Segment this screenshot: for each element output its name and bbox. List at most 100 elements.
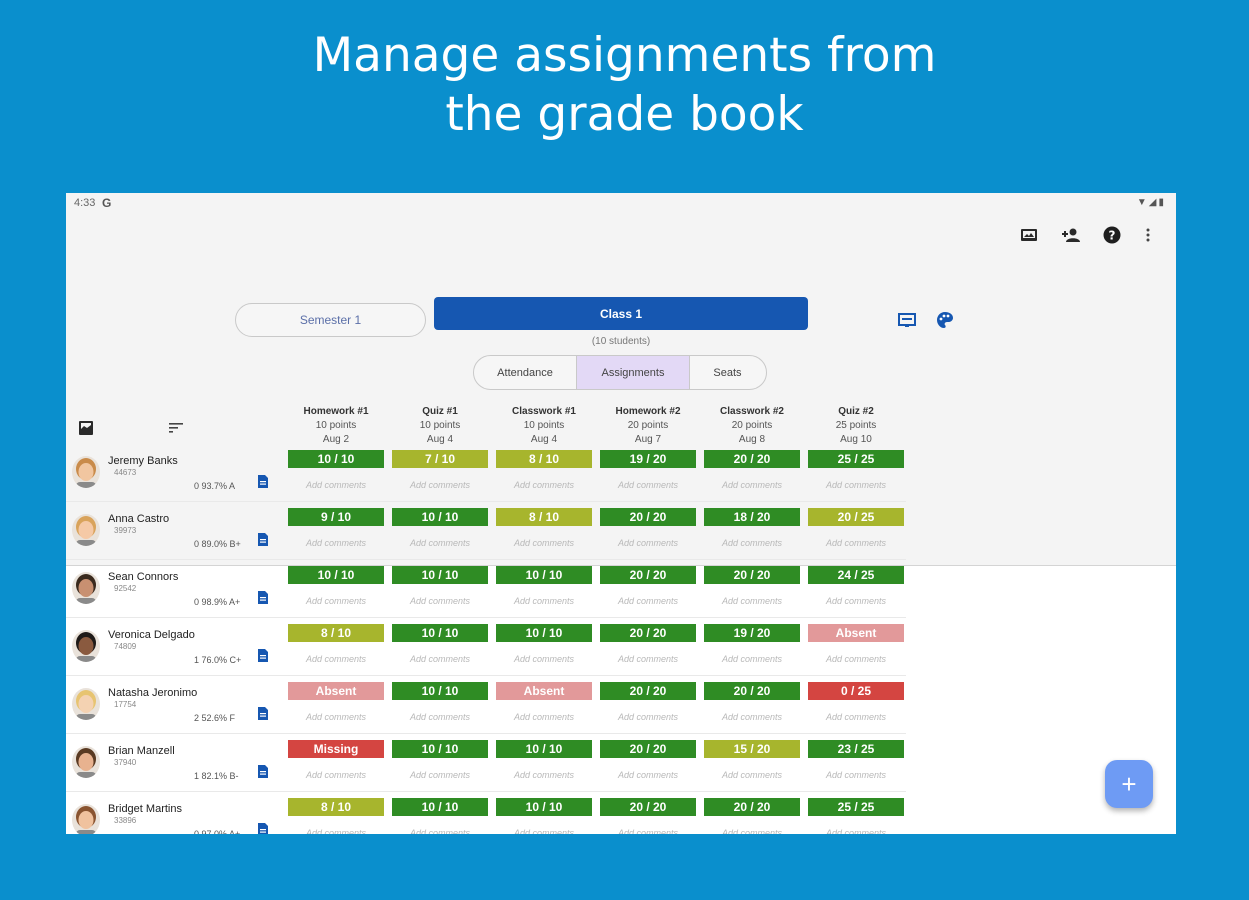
class-selector[interactable]: Class 1 (434, 297, 808, 330)
comment-field[interactable]: Add comments (496, 828, 592, 834)
more-vert-icon[interactable] (1137, 224, 1159, 246)
score-cell[interactable]: 15 / 20 (704, 740, 800, 758)
comment-field[interactable]: Add comments (392, 596, 488, 606)
student-name[interactable]: Natasha Jeronimo (108, 687, 197, 699)
assignment-column-header[interactable]: Quiz #1 10 points Aug 4 (392, 405, 488, 447)
comment-field[interactable]: Add comments (392, 712, 488, 722)
score-cell[interactable]: 10 / 10 (288, 450, 384, 468)
comment-field[interactable]: Add comments (288, 480, 384, 490)
score-cell[interactable]: 25 / 25 (808, 450, 904, 468)
score-cell[interactable]: 19 / 20 (704, 624, 800, 642)
score-cell[interactable]: 20 / 20 (704, 798, 800, 816)
person-add-icon[interactable] (1060, 224, 1082, 246)
photo-icon[interactable] (75, 417, 97, 439)
slideshow-icon[interactable] (896, 309, 918, 331)
comment-field[interactable]: Add comments (704, 654, 800, 664)
score-cell[interactable]: 7 / 10 (392, 450, 488, 468)
score-cell[interactable]: 10 / 10 (288, 566, 384, 584)
comment-field[interactable]: Add comments (496, 712, 592, 722)
student-name[interactable]: Bridget Martins (108, 803, 182, 815)
score-cell[interactable]: 10 / 10 (496, 798, 592, 816)
student-avatar[interactable] (72, 572, 100, 604)
score-cell[interactable]: 10 / 10 (496, 566, 592, 584)
comment-field[interactable]: Add comments (392, 770, 488, 780)
score-cell[interactable]: 8 / 10 (288, 624, 384, 642)
student-name[interactable]: Anna Castro (108, 513, 169, 525)
score-cell[interactable]: 20 / 25 (808, 508, 904, 526)
score-cell[interactable]: 19 / 20 (600, 450, 696, 468)
add-assignment-button[interactable]: + (1105, 760, 1153, 808)
comment-field[interactable]: Add comments (808, 770, 904, 780)
comment-field[interactable]: Add comments (808, 596, 904, 606)
score-cell[interactable]: 20 / 20 (704, 566, 800, 584)
score-cell[interactable]: 10 / 10 (392, 624, 488, 642)
score-cell[interactable]: 10 / 10 (392, 798, 488, 816)
help-icon[interactable]: ? (1101, 224, 1123, 246)
comment-field[interactable]: Add comments (496, 654, 592, 664)
comment-field[interactable]: Add comments (704, 480, 800, 490)
student-name[interactable]: Sean Connors (108, 571, 178, 583)
comment-field[interactable]: Add comments (392, 480, 488, 490)
comment-field[interactable]: Add comments (496, 538, 592, 548)
document-icon[interactable] (257, 590, 271, 606)
comment-field[interactable]: Add comments (496, 596, 592, 606)
comment-field[interactable]: Add comments (808, 654, 904, 664)
comment-field[interactable]: Add comments (704, 538, 800, 548)
student-avatar[interactable] (72, 456, 100, 488)
student-avatar[interactable] (72, 746, 100, 778)
comment-field[interactable]: Add comments (288, 828, 384, 834)
comment-field[interactable]: Add comments (600, 596, 696, 606)
assignment-column-header[interactable]: Quiz #2 25 points Aug 10 (808, 405, 904, 447)
student-avatar[interactable] (72, 514, 100, 546)
comment-field[interactable]: Add comments (600, 712, 696, 722)
score-cell[interactable]: 24 / 25 (808, 566, 904, 584)
comment-field[interactable]: Add comments (392, 828, 488, 834)
comment-field[interactable]: Add comments (704, 596, 800, 606)
comment-field[interactable]: Add comments (600, 654, 696, 664)
document-icon[interactable] (257, 822, 271, 834)
score-cell[interactable]: 8 / 10 (496, 508, 592, 526)
comment-field[interactable]: Add comments (600, 538, 696, 548)
score-cell[interactable]: 20 / 20 (600, 798, 696, 816)
sort-icon[interactable] (165, 417, 187, 439)
student-avatar[interactable] (72, 804, 100, 834)
score-cell[interactable]: 10 / 10 (496, 740, 592, 758)
score-cell[interactable]: 8 / 10 (496, 450, 592, 468)
comment-field[interactable]: Add comments (600, 480, 696, 490)
score-cell[interactable]: Absent (288, 682, 384, 700)
score-cell[interactable]: 20 / 20 (600, 508, 696, 526)
comment-field[interactable]: Add comments (704, 828, 800, 834)
segment-assignments[interactable]: Assignments (577, 356, 690, 389)
score-cell[interactable]: 8 / 10 (288, 798, 384, 816)
assignment-column-header[interactable]: Homework #1 10 points Aug 2 (288, 405, 384, 447)
comment-field[interactable]: Add comments (808, 538, 904, 548)
document-icon[interactable] (257, 648, 271, 664)
score-cell[interactable]: 20 / 20 (600, 740, 696, 758)
photo-album-icon[interactable] (1018, 224, 1040, 246)
comment-field[interactable]: Add comments (288, 654, 384, 664)
score-cell[interactable]: 10 / 10 (496, 624, 592, 642)
segment-seats[interactable]: Seats (690, 356, 765, 389)
score-cell[interactable]: 20 / 20 (600, 682, 696, 700)
score-cell[interactable]: Absent (808, 624, 904, 642)
comment-field[interactable]: Add comments (600, 828, 696, 834)
student-name[interactable]: Brian Manzell (108, 745, 175, 757)
score-cell[interactable]: 10 / 10 (392, 740, 488, 758)
score-cell[interactable]: Missing (288, 740, 384, 758)
comment-field[interactable]: Add comments (392, 538, 488, 548)
student-avatar[interactable] (72, 630, 100, 662)
score-cell[interactable]: 20 / 20 (704, 450, 800, 468)
score-cell[interactable]: 20 / 20 (704, 682, 800, 700)
student-name[interactable]: Veronica Delgado (108, 629, 195, 641)
assignment-column-header[interactable]: Classwork #2 20 points Aug 8 (704, 405, 800, 447)
comment-field[interactable]: Add comments (496, 770, 592, 780)
comment-field[interactable]: Add comments (288, 712, 384, 722)
document-icon[interactable] (257, 532, 271, 548)
document-icon[interactable] (257, 474, 271, 490)
comment-field[interactable]: Add comments (288, 596, 384, 606)
score-cell[interactable]: 20 / 20 (600, 566, 696, 584)
comment-field[interactable]: Add comments (392, 654, 488, 664)
score-cell[interactable]: 10 / 10 (392, 508, 488, 526)
document-icon[interactable] (257, 764, 271, 780)
score-cell[interactable]: 9 / 10 (288, 508, 384, 526)
